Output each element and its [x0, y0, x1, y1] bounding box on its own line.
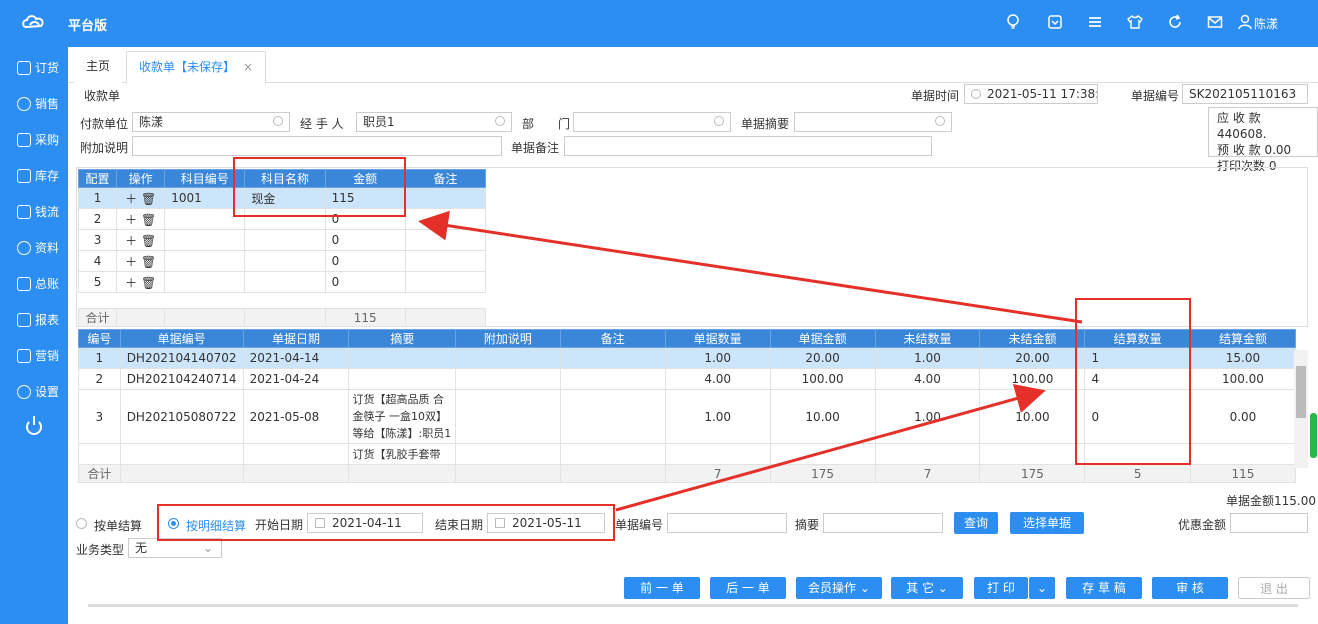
annotation-arrows: [418, 210, 1083, 512]
arrow-to-settle: [615, 383, 1046, 512]
arrow-to-subject: [418, 210, 1083, 324]
